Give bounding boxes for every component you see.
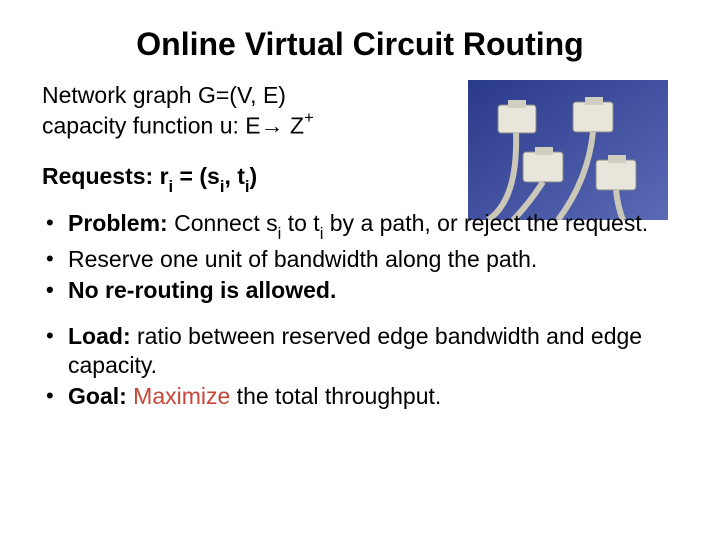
intro-line-2b: Z bbox=[284, 112, 304, 138]
goal-maximize: Maximize bbox=[133, 383, 230, 409]
comma-t: , t bbox=[224, 163, 244, 189]
close-paren: ) bbox=[250, 163, 258, 189]
load-text: ratio between reserved edge bandwidth an… bbox=[68, 323, 642, 378]
goal-rest: the total throughput. bbox=[230, 383, 441, 409]
bullet-reserve: Reserve one unit of bandwidth along the … bbox=[42, 245, 678, 274]
sub-i-4: i bbox=[278, 224, 282, 243]
intro-line-2a: capacity function u: E bbox=[42, 112, 261, 138]
requests-label: Requests: bbox=[42, 163, 160, 189]
bullet-load: Load: ratio between reserved edge bandwi… bbox=[42, 322, 678, 380]
problem-label: Problem: bbox=[68, 210, 168, 236]
bullet-group-2: Load: ratio between reserved edge bandwi… bbox=[42, 322, 678, 410]
slide-title: Online Virtual Circuit Routing bbox=[0, 0, 720, 81]
sub-i-1: i bbox=[169, 177, 174, 196]
superscript-plus: + bbox=[304, 108, 314, 127]
b1-c: by a path, or reject the request. bbox=[323, 210, 648, 236]
cables-image bbox=[468, 80, 668, 220]
r-var: r bbox=[160, 163, 169, 189]
bullet-no-rerouting: No re-routing is allowed. bbox=[42, 276, 678, 305]
arrow-icon: → bbox=[261, 112, 284, 138]
sub-i-5: i bbox=[320, 224, 324, 243]
bullet-problem: Problem: Connect si to ti by a path, or … bbox=[42, 209, 678, 242]
load-label: Load: bbox=[68, 323, 131, 349]
goal-label: Goal: bbox=[68, 383, 127, 409]
bullet-goal: Goal: Maximize the total throughput. bbox=[42, 382, 678, 411]
sub-i-3: i bbox=[245, 177, 250, 196]
b1-a: Connect s bbox=[168, 210, 278, 236]
eq-part: = (s bbox=[173, 163, 220, 189]
b1-b: to t bbox=[281, 210, 319, 236]
sub-i-2: i bbox=[220, 177, 225, 196]
bullet-group-1: Problem: Connect si to ti by a path, or … bbox=[42, 209, 678, 304]
